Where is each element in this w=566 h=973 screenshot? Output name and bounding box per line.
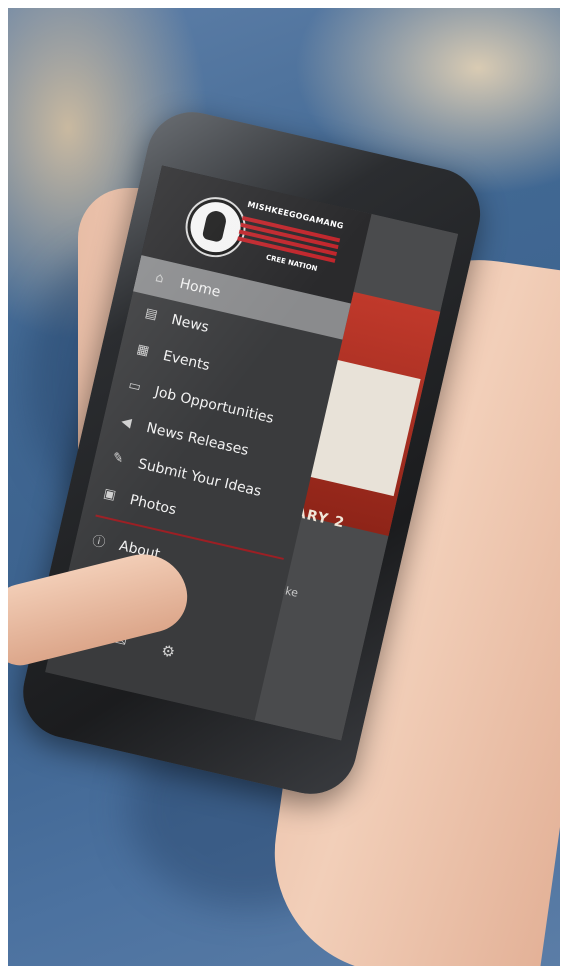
- lightbulb-icon: ✎: [110, 450, 125, 468]
- home-icon: ⌂: [153, 270, 166, 287]
- calendar-icon: ▦: [135, 341, 151, 360]
- megaphone-icon: ◀: [119, 414, 133, 431]
- menu-item-label: Home: [178, 275, 223, 301]
- photo-background: UARY 2 trike MISHKEEGOGAMANG CREE NATION: [8, 8, 560, 966]
- settings-icon[interactable]: ⚙: [160, 641, 177, 662]
- info-icon: ⓘ: [90, 533, 107, 552]
- newspaper-icon: ▤: [143, 305, 159, 324]
- menu-item-label: News: [169, 311, 211, 336]
- photos-icon: ▣: [101, 485, 118, 504]
- briefcase-icon: ▭: [126, 377, 143, 396]
- menu-item-label: Photos: [128, 491, 178, 518]
- menu-item-label: Events: [161, 347, 212, 374]
